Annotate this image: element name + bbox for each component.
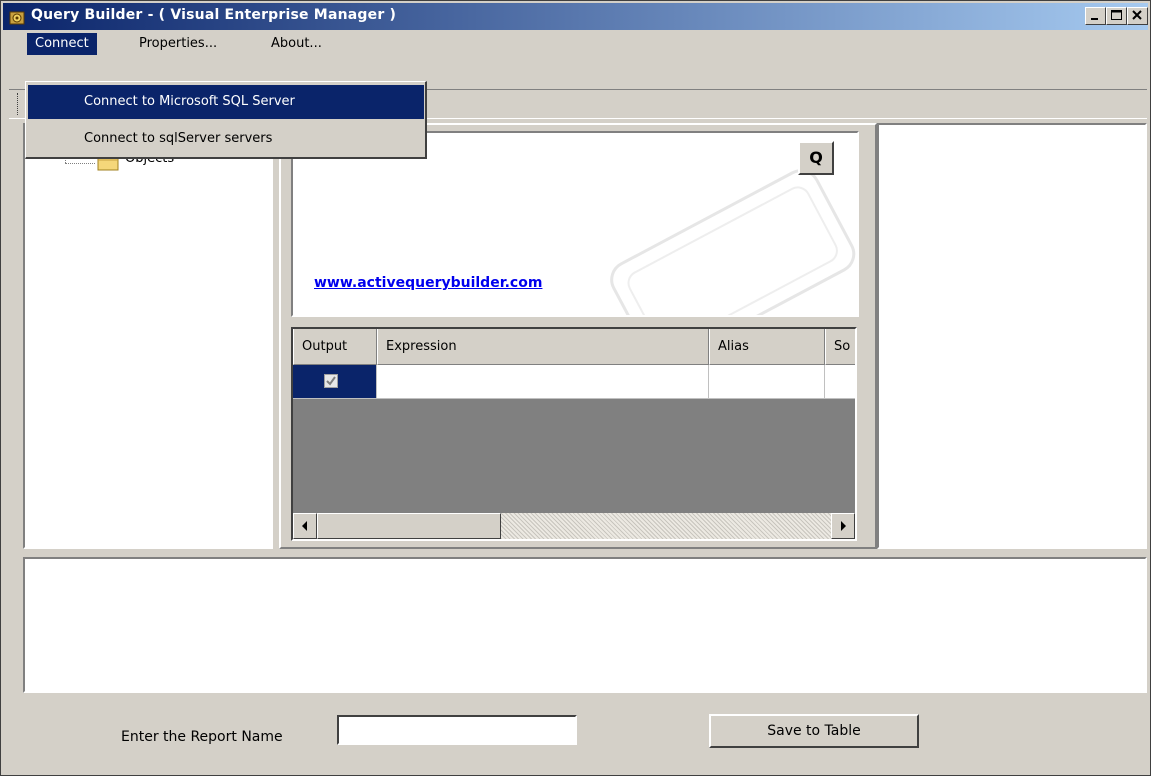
sql-text-area[interactable] [23, 557, 1147, 693]
column-header-output[interactable]: Output [293, 329, 377, 365]
criteria-grid[interactable]: Output Expression Alias So [291, 327, 857, 541]
column-header-sort[interactable]: So [825, 329, 855, 365]
alias-cell[interactable] [709, 365, 825, 399]
gear-app-icon[interactable] [9, 9, 25, 25]
checkmark-icon [326, 376, 336, 386]
title-bar[interactable]: Query Builder - ( Visual Enterprise Mana… [3, 3, 1148, 30]
menu-properties[interactable]: Properties... [131, 33, 225, 55]
sort-cell[interactable] [825, 365, 855, 399]
expression-cell[interactable] [377, 365, 709, 399]
save-to-table-button[interactable]: Save to Table [709, 714, 919, 748]
properties-panel[interactable] [877, 123, 1147, 549]
menu-item-connect-mssql[interactable]: Connect to Microsoft SQL Server [28, 85, 424, 119]
tree-connector-h [65, 163, 95, 165]
menu-item-connect-sqlserver[interactable]: Connect to sqlServer servers [28, 122, 424, 156]
horizontal-scrollbar[interactable] [293, 513, 855, 539]
query-button[interactable]: Q [798, 141, 834, 175]
window-title: Query Builder - ( Visual Enterprise Mana… [31, 7, 397, 23]
website-link[interactable]: www.activequerybuilder.com [314, 275, 542, 291]
column-header-expression[interactable]: Expression [377, 329, 709, 365]
output-checkbox[interactable] [324, 374, 338, 388]
menu-about[interactable]: About... [263, 33, 330, 55]
close-icon[interactable] [1127, 7, 1148, 25]
app-window: Query Builder - ( Visual Enterprise Mana… [0, 0, 1151, 776]
report-name-label: Enter the Report Name [121, 729, 283, 745]
column-header-alias[interactable]: Alias [709, 329, 825, 365]
database-tree-panel[interactable] [23, 123, 273, 549]
scrollbar-thumb[interactable] [317, 513, 501, 539]
scrollbar-track[interactable] [501, 513, 831, 539]
maximize-icon[interactable] [1106, 7, 1127, 25]
minimize-icon[interactable] [1085, 7, 1106, 25]
menu-connect[interactable]: Connect [27, 33, 97, 55]
report-name-input[interactable] [337, 715, 577, 745]
arrow-left-icon[interactable] [293, 513, 317, 539]
toolbar-grip[interactable] [17, 93, 21, 115]
output-cell[interactable] [293, 365, 377, 399]
arrow-right-icon[interactable] [831, 513, 855, 539]
connect-dropdown-menu: Connect to Microsoft SQL Server Connect … [25, 81, 427, 159]
menu-bar: Connect Properties... About... [3, 31, 1148, 55]
